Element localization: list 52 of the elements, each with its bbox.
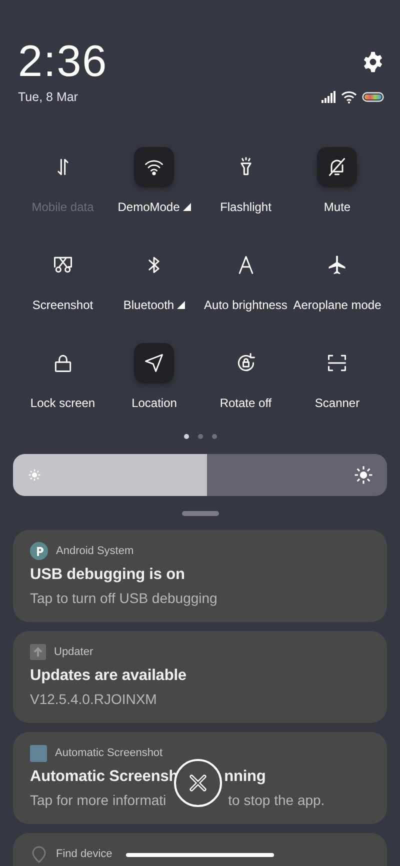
sun-icon [354,466,373,484]
notification-text: to stop the app. [228,791,325,809]
app-name: Updater [54,646,94,658]
tile-label: Location [132,396,177,410]
drag-handle[interactable] [182,511,218,516]
tile-toggle[interactable] [317,147,358,187]
notification-card[interactable]: Android System USB debugging is on Tap to turn off USB debugging [13,530,387,622]
battery-icon [362,92,384,102]
navigation-arrow-icon [143,352,166,374]
app-icon [30,744,47,762]
page-dot[interactable] [198,434,202,439]
location-pin-icon [30,845,48,863]
tile-label: Bluetooth [123,298,174,312]
settings-button[interactable] [362,51,384,73]
app-name: Automatic Screenshot [55,747,163,759]
page-dot[interactable] [212,434,216,439]
tile-label: Screenshot [32,298,94,312]
close-icon [187,772,209,794]
caret-icon[interactable] [177,301,186,309]
settings-icon [362,51,384,73]
notification-card[interactable]: Find device [13,833,387,866]
date-label: Tue, 8 Mar [18,89,78,105]
tile-label: Flashlight [220,200,272,214]
tile-label: Mobile data [32,200,94,214]
tile-label: Mute [324,200,351,214]
app-name: Android System [56,545,134,557]
page-dot[interactable] [184,434,188,439]
tile-toggle[interactable] [134,147,174,187]
brightness-slider[interactable] [13,454,387,496]
sun-icon [27,468,42,482]
airplane-icon [326,254,348,276]
tile-label: DemoMode [118,200,180,214]
notification-card[interactable]: Updater Updates are available V12.5.4.0.RJOINXM [13,631,387,723]
tile-label: Aeroplane mode [293,298,382,312]
clock-time: 2:36 [18,38,108,86]
app-name: Find device [56,848,112,860]
notification-text: Tap to turn off USB debugging [30,589,218,607]
notification-title: nning [224,767,266,787]
scan-frame-icon [326,352,348,374]
app-icon [30,542,48,560]
tile-label: Lock screen [30,396,96,410]
notification-title: Updates are available [30,666,186,686]
tile-label: Rotate off [220,396,272,410]
notification-title: USB debugging is on [30,565,185,585]
caret-icon[interactable] [182,203,191,211]
signal-icon [321,91,336,103]
notification-text: Tap for more informati [30,791,166,809]
notification-text: V12.5.4.0.RJOINXM [30,690,157,708]
tile-label: Scanner [314,396,360,410]
tile-label: Auto brightness [204,298,288,312]
tile-toggle[interactable] [134,343,174,383]
wifi-icon [341,90,357,104]
